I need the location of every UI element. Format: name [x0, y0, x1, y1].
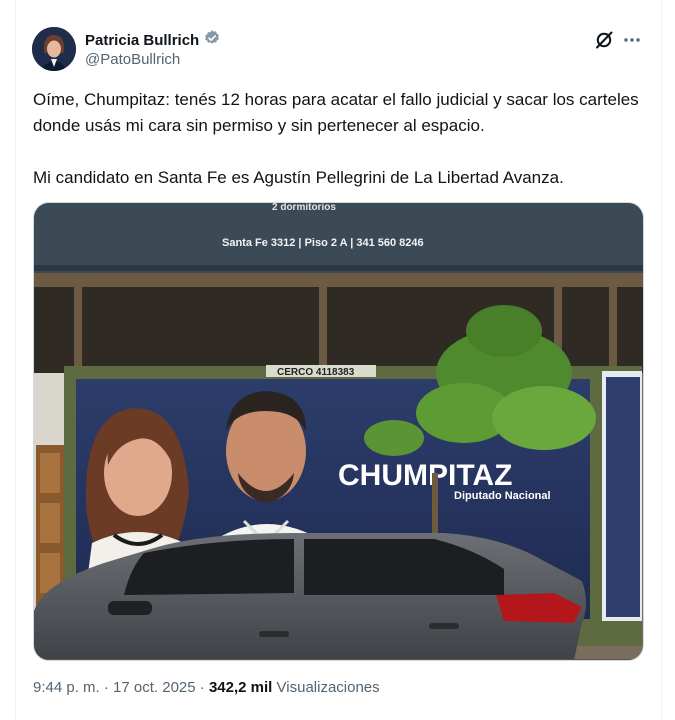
tweet-paragraph-1: Oíme, Chumpitaz: tenés 12 horas para aca…: [33, 90, 639, 135]
tweet-date[interactable]: 17 oct. 2025: [113, 679, 196, 696]
awning-partial-text: 2 dormitorios: [272, 203, 336, 213]
author-handle[interactable]: @PatoBullrich: [85, 51, 180, 68]
author-avatar[interactable]: [32, 27, 76, 71]
awning-text: Santa Fe 3312 | Piso 2 A | 341 560 8246: [222, 237, 424, 249]
billboard-name: CHUMPITAZ: [338, 459, 512, 492]
meta-separator-2: ·: [199, 679, 205, 696]
tweet-time[interactable]: 9:44 p. m.: [33, 679, 100, 696]
tweet-paragraph-2: Mi candidato en Santa Fe es Agustín Pell…: [33, 168, 564, 187]
grok-icon[interactable]: [594, 30, 614, 50]
tweet-meta: 9:44 p. m. · 17 oct. 2025 · 342,2 mil Vi…: [33, 679, 380, 696]
tweet-photo[interactable]: 2 dormitorios Santa Fe 3312 | Piso 2 A |…: [33, 202, 644, 661]
more-icon[interactable]: [622, 30, 642, 50]
views-count: 342,2 mil: [208, 679, 273, 696]
fence-tag-text: CERCO 4118383: [277, 367, 355, 378]
author-name-row[interactable]: Patricia Bullrich: [85, 29, 221, 52]
billboard-role: Diputado Nacional: [454, 490, 551, 502]
author-display-name[interactable]: Patricia Bullrich: [85, 32, 199, 49]
meta-separator: ·: [103, 679, 109, 696]
verified-badge-icon: [203, 29, 221, 52]
tweet-text: Oíme, Chumpitaz: tenés 12 horas para aca…: [33, 87, 643, 191]
views-label: Visualizaciones: [276, 679, 380, 696]
